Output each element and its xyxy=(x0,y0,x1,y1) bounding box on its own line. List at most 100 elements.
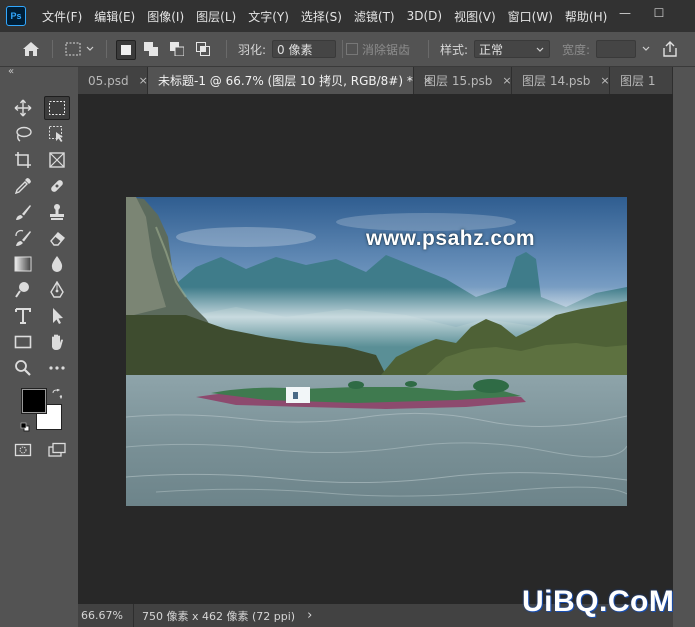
zoom-icon xyxy=(15,360,31,376)
tab-05-psd[interactable]: 05.psd × xyxy=(78,67,148,94)
type-tool[interactable] xyxy=(10,304,36,328)
default-colors-button[interactable] xyxy=(20,421,30,435)
rectangle-tool[interactable] xyxy=(10,330,36,354)
antialias-checkbox[interactable]: 消除锯齿 xyxy=(346,32,410,66)
right-panel-strip xyxy=(673,67,695,627)
zoom-tool[interactable] xyxy=(10,356,36,380)
history-brush-tool[interactable] xyxy=(10,226,36,250)
close-icon[interactable]: × xyxy=(502,74,511,87)
intersect-selection-icon xyxy=(196,42,210,56)
tab-layer-15-psb[interactable]: 图层 15.psb × xyxy=(414,67,512,94)
eraser-icon xyxy=(50,232,65,246)
status-menu-arrow[interactable]: › xyxy=(307,608,312,623)
eyedropper-tool[interactable] xyxy=(10,174,36,198)
frame-tool[interactable] xyxy=(44,148,70,172)
antialias-label: 消除锯齿 xyxy=(362,42,411,57)
close-icon[interactable]: × xyxy=(139,74,148,87)
feather-input[interactable]: 0 像素 xyxy=(272,40,336,58)
add-selection-button[interactable] xyxy=(142,40,160,58)
screen-mode-icon xyxy=(48,442,66,457)
brush-tool[interactable] xyxy=(10,200,36,224)
arrow-cursor-icon xyxy=(53,308,63,324)
canvas-workspace[interactable]: www.psahz.com xyxy=(78,94,673,604)
tab-label: 图层 15.psb xyxy=(424,74,493,88)
minimize-button[interactable]: — xyxy=(608,0,642,26)
menu-window[interactable]: 窗口(W) xyxy=(502,8,559,25)
menu-image[interactable]: 图像(I) xyxy=(141,8,190,25)
menu-help[interactable]: 帮助(H) xyxy=(559,8,613,25)
history-brush-icon xyxy=(15,229,31,246)
subtract-selection-icon xyxy=(170,42,184,56)
swap-colors-button[interactable] xyxy=(52,388,63,402)
blur-tool[interactable] xyxy=(44,252,70,276)
tab-layer-1[interactable]: 图层 1 xyxy=(610,67,673,94)
menu-bar: Ps 文件(F) 编辑(E) 图像(I) 图层(L) 文字(Y) 选择(S) 滤… xyxy=(0,0,695,32)
eyedropper-icon xyxy=(14,178,31,195)
menu-edit[interactable]: 编辑(E) xyxy=(88,8,141,25)
tab-layer-14-psb[interactable]: 图层 14.psb × xyxy=(512,67,610,94)
new-selection-button[interactable] xyxy=(116,40,136,60)
photoshop-logo: Ps xyxy=(6,6,26,26)
tab-label: 未标题-1 @ 66.7% (图层 10 拷贝, RGB/8#) * xyxy=(158,74,413,88)
edit-toolbar-button[interactable] xyxy=(44,356,70,380)
stamp-icon xyxy=(50,204,64,220)
home-button[interactable] xyxy=(22,32,40,66)
gradient-icon xyxy=(14,256,32,272)
object-selection-tool[interactable] xyxy=(44,122,70,146)
document-tab-bar: 05.psd × 未标题-1 @ 66.7% (图层 10 拷贝, RGB/8#… xyxy=(78,67,673,94)
menu-layer[interactable]: 图层(L) xyxy=(190,8,242,25)
lasso-tool[interactable] xyxy=(10,122,36,146)
watermark-text: www.psahz.com xyxy=(366,227,536,250)
menu-type[interactable]: 文字(Y) xyxy=(242,8,295,25)
document-canvas[interactable]: www.psahz.com xyxy=(126,197,627,506)
crop-tool[interactable] xyxy=(10,148,36,172)
type-icon xyxy=(15,308,31,324)
home-icon xyxy=(23,42,39,56)
pen-icon xyxy=(50,281,64,298)
rect-marquee-icon xyxy=(49,101,65,115)
menu-file[interactable]: 文件(F) xyxy=(36,8,88,25)
rect-marquee-icon xyxy=(65,42,81,56)
clone-stamp-tool[interactable] xyxy=(44,200,70,224)
pen-tool[interactable] xyxy=(44,278,70,302)
menu-view[interactable]: 视图(V) xyxy=(448,8,502,25)
foreground-color-swatch[interactable] xyxy=(21,388,47,414)
tools-panel xyxy=(0,84,76,627)
intersect-selection-button[interactable] xyxy=(194,40,212,58)
path-selection-tool[interactable] xyxy=(44,304,70,328)
style-select[interactable]: 正常 xyxy=(474,40,550,58)
rectangular-marquee-tool[interactable] xyxy=(44,96,70,120)
frame-icon xyxy=(49,152,65,168)
dodge-icon xyxy=(15,282,29,298)
zoom-level[interactable]: 66.67% xyxy=(78,604,134,627)
rectangle-icon xyxy=(14,335,32,349)
more-dots-icon xyxy=(49,366,65,370)
brush-icon xyxy=(16,205,31,220)
tab-label: 05.psd xyxy=(88,73,129,88)
gradient-tool[interactable] xyxy=(10,252,36,276)
menu-select[interactable]: 选择(S) xyxy=(295,8,348,25)
swap-arrow-icon xyxy=(52,388,63,400)
width-input[interactable] xyxy=(596,40,636,58)
close-icon[interactable]: × xyxy=(600,74,609,87)
screen-mode-button[interactable] xyxy=(44,438,70,462)
menu-filter[interactable]: 滤镜(T) xyxy=(348,8,401,25)
tab-untitled-1[interactable]: 未标题-1 @ 66.7% (图层 10 拷贝, RGB/8#) * × xyxy=(148,67,432,94)
move-tool[interactable] xyxy=(10,96,36,120)
share-button[interactable] xyxy=(661,32,679,66)
chevron-down-icon xyxy=(536,47,544,52)
lasso-icon xyxy=(16,126,32,142)
marquee-preset-button[interactable] xyxy=(64,32,95,66)
subtract-selection-button[interactable] xyxy=(168,40,186,58)
dodge-tool[interactable] xyxy=(10,278,36,302)
healing-brush-tool[interactable] xyxy=(44,174,70,198)
hand-tool[interactable] xyxy=(44,330,70,354)
panel-collapse-button[interactable]: « xyxy=(8,66,14,77)
quick-mask-button[interactable] xyxy=(10,438,36,462)
menu-3d[interactable]: 3D(D) xyxy=(401,9,448,23)
default-colors-icon xyxy=(20,422,30,432)
maximize-button[interactable]: ☐ xyxy=(642,0,676,26)
more-options-button[interactable] xyxy=(641,32,651,66)
eraser-tool[interactable] xyxy=(44,226,70,250)
hand-icon xyxy=(52,334,63,350)
